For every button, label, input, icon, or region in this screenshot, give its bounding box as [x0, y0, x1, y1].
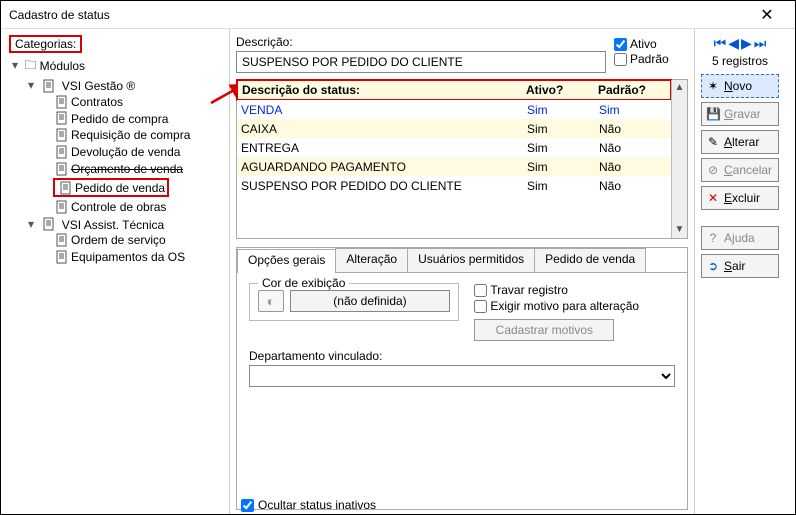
edit-icon: ✎ — [706, 135, 720, 149]
ocultar-inativos-checkbox[interactable]: Ocultar status inativos — [241, 498, 376, 512]
tree-item[interactable]: Ordem de serviço — [71, 233, 166, 247]
grid-cell-descricao: CAIXA — [237, 122, 527, 136]
doc-icon — [42, 217, 56, 231]
sair-button[interactable]: ➲Sair — [701, 254, 779, 278]
help-icon: ? — [706, 231, 720, 245]
grid-cell-padrao: Não — [599, 122, 671, 136]
exit-icon: ➲ — [706, 259, 720, 273]
grid-row[interactable]: SUSPENSO POR PEDIDO DO CLIENTESimNão — [237, 176, 671, 195]
grid-header-ativo[interactable]: Ativo? — [526, 83, 598, 97]
descricao-label: Descrição: — [236, 35, 606, 49]
record-nav: ⏮ ◀ ▶ ⏭ — [701, 35, 779, 52]
nav-next-icon[interactable]: ▶ — [741, 35, 752, 52]
scroll-down-icon[interactable]: ▼ — [672, 222, 687, 238]
window-title: Cadastro de status — [9, 8, 747, 22]
tree-twisty-icon[interactable]: ▾ — [25, 217, 37, 231]
grid-cell-descricao: AGUARDANDO PAGAMENTO — [237, 160, 527, 174]
tree-item[interactable]: Pedido de venda — [75, 181, 165, 195]
tab-alteracao[interactable]: Alteração — [335, 248, 408, 272]
grid-cell-ativo: Sim — [527, 141, 599, 155]
grid-row[interactable]: VENDASimSim — [237, 100, 671, 119]
new-icon: ✶ — [706, 79, 720, 93]
grid-cell-padrao: Não — [599, 141, 671, 155]
ativo-checkbox[interactable]: Ativo — [614, 37, 688, 51]
tree-twisty-icon[interactable]: ▾ — [25, 78, 37, 92]
nav-first-icon[interactable]: ⏮ — [714, 35, 727, 52]
category-tree: ▾ 🗀 Módulos ▾ VSI Gestão ® ContratosPedi… — [9, 55, 225, 495]
tab-opcoes-gerais[interactable]: Opções gerais — [237, 249, 336, 273]
grid-cell-descricao: SUSPENSO POR PEDIDO DO CLIENTE — [237, 179, 527, 193]
grid-row[interactable]: AGUARDANDO PAGAMENTOSimNão — [237, 157, 671, 176]
grid-row[interactable]: ENTREGASimNão — [237, 138, 671, 157]
save-icon: 💾 — [706, 107, 720, 121]
doc-icon — [55, 250, 69, 264]
grid-cell-ativo: Sim — [527, 122, 599, 136]
cancelar-button[interactable]: ⊘Cancelar — [701, 158, 779, 182]
tree-item[interactable]: Orçamento de venda — [71, 162, 183, 176]
doc-icon — [42, 79, 56, 93]
status-grid: Descrição do status: Ativo? Padrão? VEND… — [236, 79, 688, 239]
doc-icon — [55, 233, 69, 247]
tree-gestao[interactable]: VSI Gestão ® — [62, 79, 136, 93]
tree-modulos[interactable]: Módulos — [40, 59, 85, 73]
tree-item[interactable]: Requisição de compra — [71, 128, 190, 142]
tab-usuarios[interactable]: Usuários permitidos — [407, 248, 535, 272]
doc-icon — [55, 128, 69, 142]
palette-icon[interactable]: ◐ — [258, 290, 284, 312]
grid-cell-descricao: ENTREGA — [237, 141, 527, 155]
departamento-label: Departamento vinculado: — [249, 349, 675, 363]
delete-icon: ✕ — [706, 191, 720, 205]
doc-icon — [59, 181, 73, 195]
grid-cell-padrao: Não — [599, 160, 671, 174]
tree-item[interactable]: Contratos — [71, 95, 123, 109]
exigir-checkbox[interactable]: Exigir motivo para alteração — [474, 299, 639, 313]
doc-icon — [55, 145, 69, 159]
tree-twisty-icon[interactable]: ▾ — [9, 58, 21, 72]
grid-header-descricao[interactable]: Descrição do status: — [238, 83, 526, 97]
tree-item[interactable]: Equipamentos da OS — [71, 250, 185, 264]
tree-item[interactable]: Pedido de compra — [71, 111, 168, 125]
title-bar: Cadastro de status ✕ — [1, 1, 795, 29]
grid-cell-ativo: Sim — [527, 179, 599, 193]
grid-cell-ativo: Sim — [527, 160, 599, 174]
categorias-label: Categorias: — [9, 35, 82, 53]
tab-pedido-venda[interactable]: Pedido de venda — [534, 248, 646, 272]
tree-assist[interactable]: VSI Assist. Técnica — [62, 217, 165, 231]
novo-label: ovo — [733, 79, 752, 93]
cadastrar-motivos-button[interactable]: Cadastrar motivos — [474, 319, 614, 341]
nav-prev-icon[interactable]: ◀ — [728, 35, 739, 52]
grid-cell-padrao: Não — [599, 179, 671, 193]
ajuda-button[interactable]: ?Ajuda — [701, 226, 779, 250]
grid-header-padrao[interactable]: Padrão? — [598, 83, 670, 97]
doc-icon — [55, 162, 69, 176]
tree-item[interactable]: Devolução de venda — [71, 145, 180, 159]
cor-exibicao-group: Cor de exibição ◐ (não definida) — [249, 283, 459, 321]
excluir-button[interactable]: ✕Excluir — [701, 186, 779, 210]
grid-cell-ativo: Sim — [527, 103, 599, 117]
nav-last-icon[interactable]: ⏭ — [754, 35, 767, 52]
travar-checkbox[interactable]: Travar registro — [474, 283, 639, 297]
doc-icon — [55, 95, 69, 109]
doc-icon — [55, 111, 69, 125]
gravar-button[interactable]: 💾Gravar — [701, 102, 779, 126]
grid-cell-descricao: VENDA — [237, 103, 527, 117]
novo-button[interactable]: ✶Novo — [701, 74, 779, 98]
close-icon[interactable]: ✕ — [747, 5, 787, 25]
grid-scrollbar[interactable]: ▲ ▼ — [671, 80, 687, 238]
cor-legend: Cor de exibição — [258, 276, 349, 290]
scroll-up-icon[interactable]: ▲ — [672, 80, 687, 96]
grid-row[interactable]: CAIXASimNão — [237, 119, 671, 138]
tree-item[interactable]: Controle de obras — [71, 200, 166, 214]
doc-icon — [55, 200, 69, 214]
grid-header: Descrição do status: Ativo? Padrão? — [236, 79, 672, 101]
cancel-icon: ⊘ — [706, 163, 720, 177]
padrao-checkbox[interactable]: Padrão — [614, 52, 688, 66]
departamento-select[interactable] — [249, 365, 675, 387]
record-count: 5 registros — [701, 54, 779, 68]
descricao-input[interactable] — [236, 51, 606, 73]
cor-button[interactable]: (não definida) — [290, 290, 450, 312]
grid-cell-padrao: Sim — [599, 103, 671, 117]
tab-bar: Opções gerais Alteração Usuários permiti… — [237, 248, 687, 272]
alterar-button[interactable]: ✎Alterar — [701, 130, 779, 154]
